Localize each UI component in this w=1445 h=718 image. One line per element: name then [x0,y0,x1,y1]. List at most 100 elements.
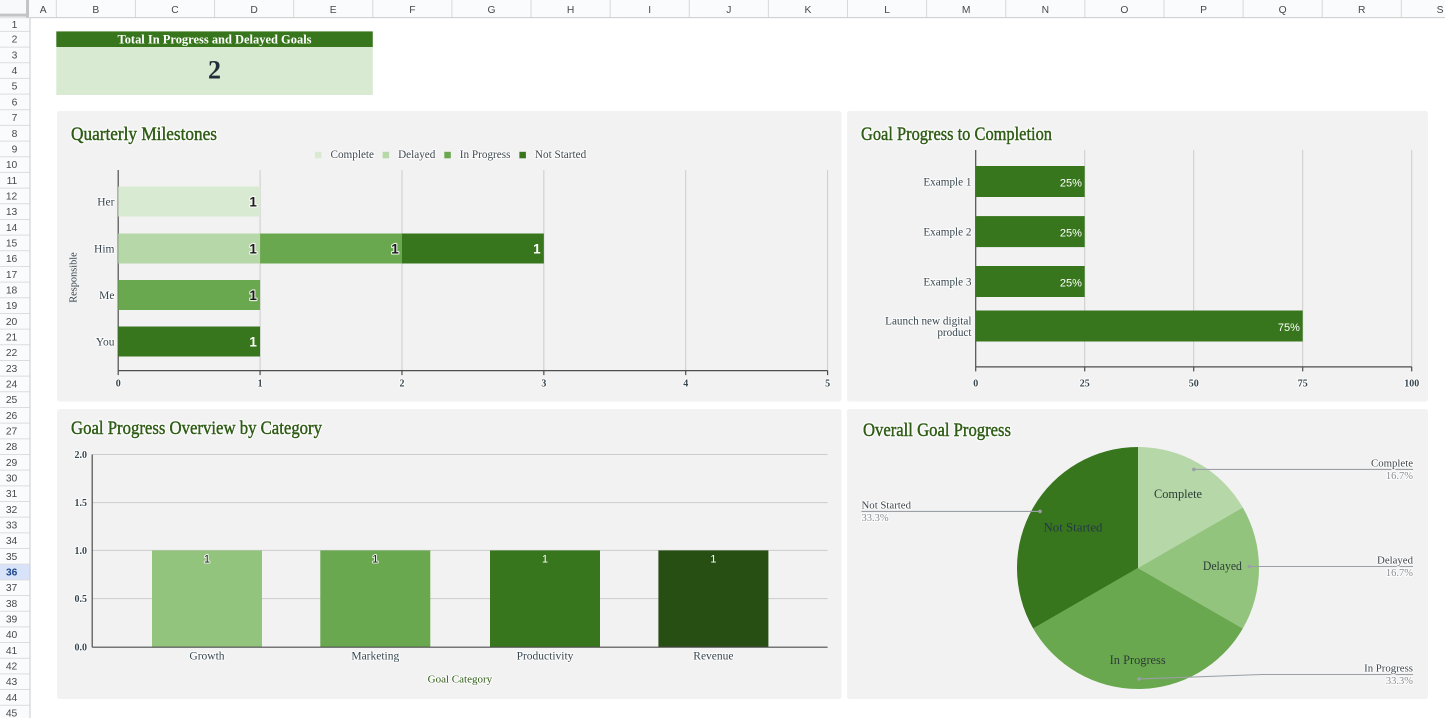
svg-text:Overall Goal Progress: Overall Goal Progress [863,420,1011,441]
svg-text:L: L [884,5,890,16]
svg-text:1: 1 [249,194,257,209]
svg-text:1.0: 1.0 [75,546,88,557]
svg-text:9: 9 [12,144,18,155]
svg-text:3: 3 [541,379,546,390]
svg-text:1: 1 [391,241,399,256]
svg-text:B: B [92,5,99,16]
svg-text:J: J [726,5,731,16]
svg-text:1: 1 [249,334,257,349]
svg-text:40: 40 [6,630,18,641]
svg-text:Him: Him [94,244,115,256]
svg-text:Not Started: Not Started [535,149,587,161]
svg-text:43: 43 [6,677,18,688]
svg-text:24: 24 [6,379,18,390]
svg-text:36: 36 [6,568,18,579]
svg-text:25%: 25% [1060,278,1082,290]
svg-text:K: K [805,5,812,16]
svg-text:5: 5 [825,379,830,390]
svg-text:32: 32 [6,505,18,516]
svg-text:100: 100 [1404,379,1419,390]
svg-text:Responsible: Responsible [67,252,79,303]
svg-text:Goal Progress Overview by Cate: Goal Progress Overview by Category [71,418,322,439]
svg-text:18: 18 [6,285,18,296]
svg-text:34: 34 [6,536,18,547]
svg-text:25%: 25% [1060,228,1082,240]
svg-text:44: 44 [6,693,18,704]
svg-text:1: 1 [372,553,378,565]
svg-text:In Progress: In Progress [460,149,511,161]
svg-text:10: 10 [6,160,18,171]
svg-text:26: 26 [6,411,18,422]
svg-text:Example 3: Example 3 [923,277,972,289]
svg-text:7: 7 [12,113,18,124]
svg-text:19: 19 [6,301,18,312]
svg-text:2: 2 [208,56,221,85]
svg-text:1: 1 [258,379,263,390]
svg-text:37: 37 [6,583,18,594]
svg-text:M: M [962,5,971,16]
svg-text:0: 0 [973,379,978,390]
svg-text:4: 4 [12,66,18,77]
svg-text:4: 4 [683,379,688,390]
svg-text:Goal Progress to Completion: Goal Progress to Completion [861,124,1052,145]
svg-text:16.7%: 16.7% [1386,568,1413,579]
svg-text:75: 75 [1298,379,1308,390]
svg-text:H: H [567,5,574,16]
svg-text:29: 29 [6,458,18,469]
svg-text:C: C [171,5,179,16]
svg-text:1: 1 [533,241,541,256]
svg-text:0.5: 0.5 [75,594,88,605]
svg-text:28: 28 [6,442,18,453]
svg-text:31: 31 [6,489,18,500]
svg-text:27: 27 [6,426,18,437]
svg-text:Example 2: Example 2 [923,227,971,239]
svg-text:product: product [937,327,972,339]
svg-text:16: 16 [6,254,18,265]
svg-text:1: 1 [249,288,257,303]
svg-text:Quarterly Milestones: Quarterly Milestones [71,124,217,145]
svg-text:5: 5 [12,82,18,93]
svg-text:S: S [1437,5,1444,16]
svg-text:E: E [330,5,337,16]
svg-text:1: 1 [204,553,210,565]
svg-text:30: 30 [6,473,18,484]
svg-text:2: 2 [399,379,404,390]
svg-text:23: 23 [6,364,18,375]
svg-text:50: 50 [1189,379,1199,390]
svg-text:P: P [1200,5,1207,16]
svg-text:I: I [648,5,651,16]
svg-text:2.0: 2.0 [75,450,88,461]
svg-text:1: 1 [12,20,18,31]
svg-text:Delayed: Delayed [398,149,436,161]
svg-text:16.7%: 16.7% [1386,471,1413,482]
svg-text:Not Started: Not Started [1044,521,1103,535]
svg-text:N: N [1042,5,1049,16]
svg-text:1: 1 [249,241,257,256]
svg-text:In Progress: In Progress [1110,653,1166,667]
svg-text:22: 22 [6,348,18,359]
svg-text:Launch new digital: Launch new digital [885,316,971,328]
svg-text:12: 12 [6,191,18,202]
svg-text:3: 3 [12,50,18,61]
svg-text:Growth: Growth [189,651,224,663]
svg-text:8: 8 [12,129,18,140]
svg-text:1: 1 [710,553,716,565]
svg-text:0: 0 [116,379,121,390]
svg-text:In Progress: In Progress [1364,663,1413,675]
svg-text:42: 42 [6,662,18,673]
svg-text:25: 25 [6,395,18,406]
svg-text:41: 41 [6,646,18,657]
svg-text:Complete: Complete [1154,487,1202,501]
svg-text:25%: 25% [1060,178,1082,190]
svg-text:1.5: 1.5 [75,498,88,509]
svg-text:38: 38 [6,599,18,610]
svg-text:2: 2 [12,35,18,46]
svg-text:45: 45 [6,709,18,718]
svg-text:F: F [409,5,415,16]
svg-text:17: 17 [6,270,18,281]
svg-text:Productivity: Productivity [517,651,574,663]
svg-text:Delayed: Delayed [1377,555,1414,567]
svg-text:Q: Q [1279,5,1287,16]
svg-text:Revenue: Revenue [693,651,733,663]
svg-text:35: 35 [6,552,18,563]
